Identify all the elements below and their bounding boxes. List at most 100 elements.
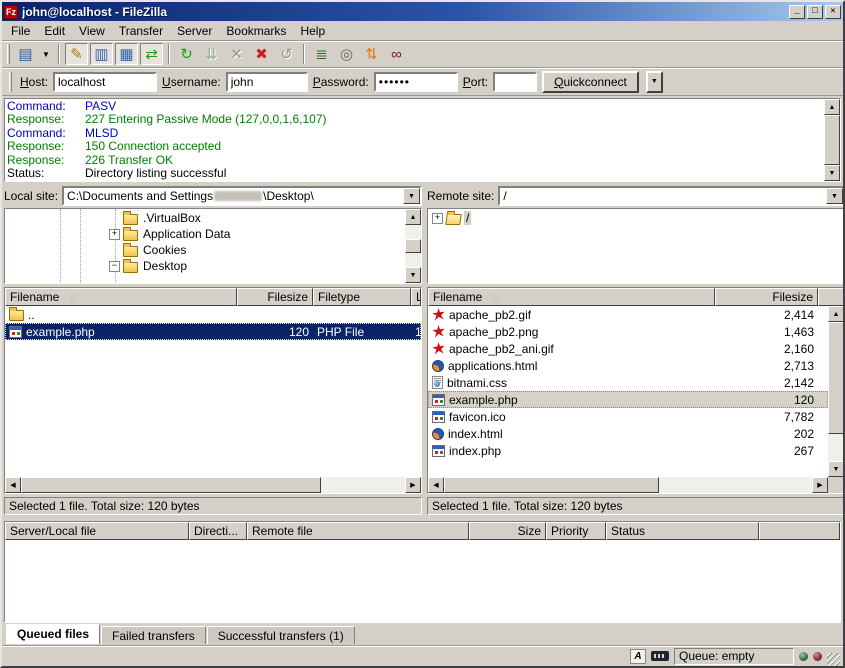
file-row-applications-html[interactable]: applications.html2,713 — [428, 357, 828, 374]
scroll-right-icon[interactable]: ▶ — [405, 477, 421, 493]
scrollbar-track[interactable] — [321, 477, 405, 493]
queue-column-remote-file[interactable]: Remote file — [247, 522, 469, 540]
column-header-l[interactable]: L — [411, 288, 421, 306]
scrollbar-track[interactable] — [659, 477, 812, 493]
tree-item-virtualbox[interactable]: .VirtualBox — [5, 210, 405, 226]
expand-plus-icon[interactable]: + — [109, 229, 120, 240]
disconnect-server-button[interactable]: ✖ — [250, 43, 273, 65]
column-header-filesize[interactable]: Filesize — [715, 288, 818, 306]
password-input[interactable] — [374, 72, 458, 92]
tree-item-blank[interactable]: +/ — [432, 210, 844, 226]
file-row-index-html[interactable]: index.html202 — [428, 425, 828, 442]
port-input[interactable] — [493, 72, 537, 92]
column-header-filename[interactable]: Filename△ — [428, 288, 715, 306]
local-site-dropdown-button[interactable]: ▼ — [403, 188, 420, 204]
scrollbar-track[interactable] — [405, 225, 421, 239]
collapse-minus-icon[interactable]: − — [109, 261, 120, 272]
toggle-remote-tree-button[interactable]: ▦ — [115, 43, 138, 65]
tree-item-cookies[interactable]: Cookies — [5, 242, 405, 258]
apache-image-icon — [432, 325, 445, 338]
scroll-down-icon[interactable]: ▼ — [405, 267, 421, 283]
column-header-filesize[interactable]: Filesize — [237, 288, 313, 306]
scroll-down-icon[interactable]: ▼ — [828, 461, 844, 477]
toggle-transfer-queue-button[interactable]: ⇄ — [140, 43, 163, 65]
quickconnect-dropdown-button[interactable]: ▼ — [646, 71, 663, 93]
toggle-message-log-button[interactable]: ✎ — [65, 43, 88, 65]
scroll-right-icon[interactable]: ▶ — [812, 477, 828, 493]
local-site-combobox[interactable]: C:\Documents and Settings \Desktop\ ▼ — [62, 186, 422, 206]
menu-help[interactable]: Help — [293, 22, 332, 40]
open-site-manager-button[interactable]: ▤ — [14, 43, 37, 65]
tab-successful-transfers-1[interactable]: Successful transfers (1) — [207, 626, 355, 644]
queue-column-directi[interactable]: Directi... — [189, 522, 247, 540]
file-cell-size: 2,160 — [715, 340, 818, 357]
username-input[interactable] — [226, 72, 308, 92]
resize-grip[interactable] — [827, 653, 840, 666]
file-row-favicon-ico[interactable]: favicon.ico7,782 — [428, 408, 828, 425]
find-files-button[interactable]: ∞ — [385, 43, 408, 65]
tree-item-desktop[interactable]: −Desktop — [5, 258, 405, 274]
quickconnect-button[interactable]: Quickconnect — [542, 71, 639, 93]
scroll-up-icon[interactable]: ▲ — [405, 209, 421, 225]
queue-column-blank[interactable] — [759, 522, 840, 540]
speed-limits-icon[interactable] — [651, 651, 669, 661]
remote-horizontal-scrollbar[interactable]: ◀ ▶ — [428, 477, 844, 493]
column-header-filetype[interactable]: Filetype — [313, 288, 411, 306]
menu-server[interactable]: Server — [170, 22, 219, 40]
file-row-example-php[interactable]: example.php120PHP File1 — [5, 323, 421, 340]
close-button[interactable]: ✕ — [825, 5, 841, 19]
scrollbar-thumb[interactable] — [824, 115, 840, 165]
tree-item-application-data[interactable]: +Application Data — [5, 226, 405, 242]
toggle-local-tree-button[interactable]: ▥ — [90, 43, 113, 65]
tab-failed-transfers[interactable]: Failed transfers — [101, 626, 206, 644]
scrollbar-thumb[interactable] — [21, 477, 321, 493]
file-row-apache-pb2-gif[interactable]: apache_pb2.gif2,414 — [428, 306, 828, 323]
expand-plus-icon[interactable]: + — [432, 213, 443, 224]
menu-file[interactable]: File — [4, 22, 37, 40]
queue-body[interactable] — [5, 540, 840, 622]
scroll-down-icon[interactable]: ▼ — [824, 165, 840, 181]
scrollbar-thumb[interactable] — [444, 477, 659, 493]
refresh-file-lists-button[interactable]: ↻ — [175, 43, 198, 65]
menu-transfer[interactable]: Transfer — [112, 22, 170, 40]
file-row-apache-pb2-ani-gif[interactable]: apache_pb2_ani.gif2,160 — [428, 340, 828, 357]
scroll-left-icon[interactable]: ◀ — [428, 477, 444, 493]
scrollbar-track[interactable] — [828, 434, 844, 461]
remote-vertical-scrollbar[interactable]: ▲ ▼ — [828, 306, 844, 477]
file-row-index-php[interactable]: index.php267 — [428, 442, 828, 459]
directory-comparison-button[interactable]: ◎ — [335, 43, 358, 65]
scrollbar-track[interactable] — [405, 253, 421, 267]
column-header-blank[interactable] — [818, 288, 844, 306]
minimize-button[interactable]: _ — [789, 5, 805, 19]
synchronized-browsing-button[interactable]: ⇅ — [360, 43, 383, 65]
queue-column-server-local-file[interactable]: Server/Local file — [5, 522, 189, 540]
scrollbar-thumb[interactable] — [828, 322, 844, 434]
queue-column-size[interactable]: Size — [469, 522, 546, 540]
file-row-apache-pb2-png[interactable]: apache_pb2.png1,463 — [428, 323, 828, 340]
maximize-button[interactable]: □ — [807, 5, 823, 19]
column-header-filename[interactable]: Filename△ — [5, 288, 237, 306]
remote-site-combobox[interactable]: / ▼ — [498, 186, 845, 206]
log-vertical-scrollbar[interactable]: ▲ ▼ — [824, 99, 840, 181]
scroll-up-icon[interactable]: ▲ — [824, 99, 840, 115]
site-manager-dropdown-button[interactable]: ▼ — [39, 43, 53, 65]
scrollbar-thumb[interactable] — [405, 239, 421, 253]
transfer-type-ascii-icon[interactable]: A — [630, 649, 646, 664]
menu-edit[interactable]: Edit — [37, 22, 72, 40]
host-input[interactable] — [53, 72, 157, 92]
file-row-blank[interactable]: .. — [5, 306, 421, 323]
menu-view[interactable]: View — [72, 22, 112, 40]
local-tree-vertical-scrollbar[interactable]: ▲ ▼ — [405, 209, 421, 283]
file-row-example-php[interactable]: example.php120 — [428, 391, 828, 408]
scroll-up-icon[interactable]: ▲ — [828, 306, 844, 322]
queue-column-priority[interactable]: Priority — [546, 522, 606, 540]
file-row-bitnami-css[interactable]: bitnami.css2,142 — [428, 374, 828, 391]
tab-queued-files[interactable]: Queued files — [6, 624, 100, 644]
directory-listing-filters-button[interactable]: ≣ — [310, 43, 333, 65]
scroll-left-icon[interactable]: ◀ — [5, 477, 21, 493]
local-horizontal-scrollbar[interactable]: ◀ ▶ — [5, 477, 421, 493]
menu-bookmarks[interactable]: Bookmarks — [219, 22, 293, 40]
remote-site-dropdown-button[interactable]: ▼ — [826, 188, 843, 204]
queue-column-status[interactable]: Status — [606, 522, 759, 540]
local-tree-icon: ▥ — [94, 47, 108, 62]
